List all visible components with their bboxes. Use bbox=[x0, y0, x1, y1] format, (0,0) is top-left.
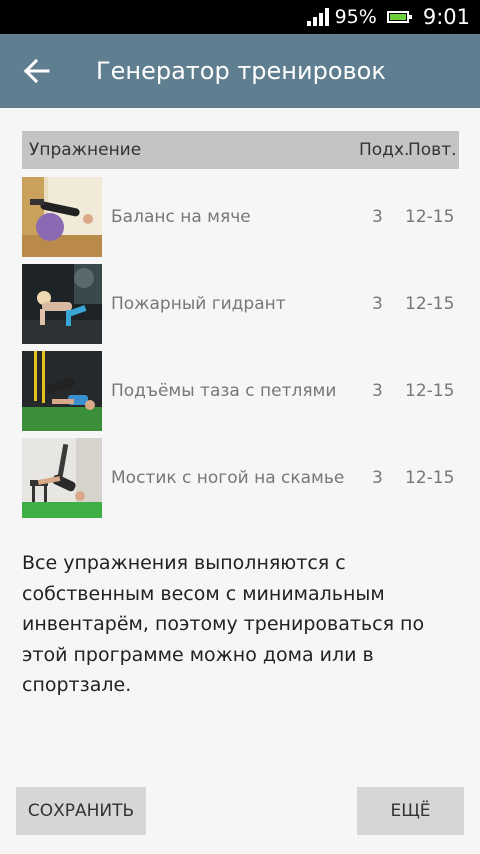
header-exercise: Упражнение bbox=[29, 140, 142, 160]
header-sets: Подх. bbox=[359, 140, 410, 160]
exercise-reps: 12-15 bbox=[405, 381, 455, 401]
exercise-thumbnail bbox=[22, 438, 102, 518]
table-row[interactable]: Баланс на мяче 3 12-15 bbox=[22, 177, 459, 257]
battery-icon bbox=[386, 11, 412, 23]
table-row[interactable]: Подъёмы таза с петлями 3 12-15 bbox=[22, 351, 459, 431]
table-header: Упражнение Подх. Повт. bbox=[22, 131, 459, 169]
exercise-reps: 12-15 bbox=[405, 294, 455, 314]
exercise-thumbnail bbox=[22, 177, 102, 257]
exercise-reps: 12-15 bbox=[405, 468, 455, 488]
exercise-name: Пожарный гидрант bbox=[111, 294, 286, 314]
header-reps: Повт. bbox=[408, 140, 457, 160]
signal-icon bbox=[306, 8, 329, 26]
table-row[interactable]: Мостик с ногой на скамье 3 12-15 bbox=[22, 438, 459, 518]
page-title: Генератор тренировок bbox=[96, 57, 386, 85]
exercise-thumbnail bbox=[22, 264, 102, 344]
clock: 9:01 bbox=[422, 5, 470, 29]
exercise-table: Упражнение Подх. Повт. Баланс на мяче 3 … bbox=[22, 131, 459, 518]
app-bar: Генератор тренировок bbox=[0, 34, 480, 108]
exercise-sets: 3 bbox=[372, 207, 383, 227]
exercise-name: Баланс на мяче bbox=[111, 207, 251, 227]
more-button[interactable]: ЕЩЁ bbox=[357, 787, 464, 835]
arrow-left-icon[interactable] bbox=[22, 56, 52, 86]
battery-percent: 95% bbox=[334, 6, 377, 28]
save-button[interactable]: СОХРАНИТЬ bbox=[16, 787, 146, 835]
exercise-sets: 3 bbox=[372, 468, 383, 488]
exercise-thumbnail bbox=[22, 351, 102, 431]
exercise-sets: 3 bbox=[372, 294, 383, 314]
program-description: Все упражнения выполняются с собственным… bbox=[22, 552, 425, 696]
status-bar-indicators: 95% 9:01 bbox=[306, 0, 470, 34]
table-row[interactable]: Пожарный гидрант 3 12-15 bbox=[22, 264, 459, 344]
exercise-sets: 3 bbox=[372, 381, 383, 401]
exercise-name: Мостик с ногой на скамье bbox=[111, 468, 345, 488]
status-bar: 95% 9:01 bbox=[0, 0, 480, 34]
exercise-reps: 12-15 bbox=[405, 207, 455, 227]
exercise-name: Подъёмы таза с петлями bbox=[111, 381, 337, 401]
